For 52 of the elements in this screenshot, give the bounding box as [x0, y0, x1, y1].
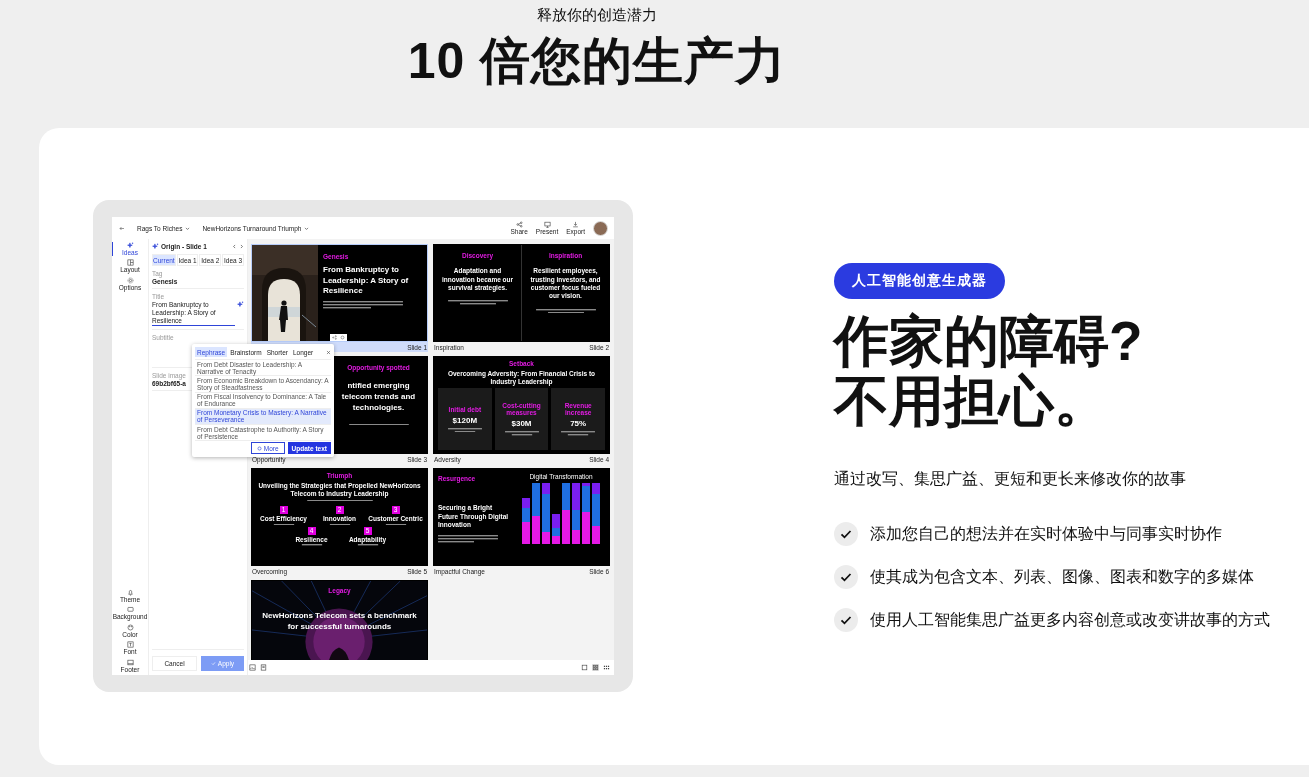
bell-icon	[126, 588, 134, 596]
check-icon	[834, 522, 858, 546]
placeholder-text-drawing	[535, 308, 596, 314]
palette-icon	[126, 623, 134, 631]
slide-title: From Bankruptcy to Leadership: A Story of Resilience	[323, 265, 410, 297]
caret-icon	[304, 225, 310, 231]
next-icon[interactable]	[239, 244, 244, 249]
notes-icon[interactable]	[260, 664, 267, 671]
sparkle-icon	[126, 242, 134, 249]
screen-icon	[126, 606, 134, 614]
placeholder-text-drawing	[561, 431, 596, 436]
caret-icon	[185, 225, 191, 231]
feature-heading: 作家的障碍?	[834, 311, 1143, 371]
layout-icon	[126, 259, 134, 267]
sparkle-icon	[152, 243, 159, 250]
placeholder-text-drawing	[438, 535, 498, 543]
single-view-icon[interactable]	[581, 664, 588, 671]
feature-point: 添加您自己的想法并在实时体验中与同事实时协作	[870, 523, 1222, 544]
feature-heading: 不用担心。	[834, 371, 1110, 431]
previous-icon[interactable]	[232, 244, 237, 249]
feature-point: 使用人工智能集思广益更多内容创意或改变讲故事的方式	[870, 609, 1270, 630]
gear-icon	[126, 276, 134, 284]
check-icon	[834, 608, 858, 632]
footer-icon	[126, 658, 134, 666]
close-icon[interactable]	[326, 349, 331, 355]
feature-intro: 通过改写、集思广益、更短和更长来修改你的故事	[834, 469, 1186, 489]
slide-title: ntified emerging telecom trends and technologies.	[340, 381, 417, 414]
image-icon[interactable]	[249, 664, 256, 671]
avatar[interactable]	[593, 220, 608, 236]
settings-icon[interactable]	[340, 335, 345, 340]
export-icon	[572, 220, 580, 228]
share-icon[interactable]	[332, 335, 337, 340]
placeholder-text-drawing	[447, 300, 508, 305]
eyebrow-text: 释放你的创造潜力	[536, 5, 658, 25]
share-icon	[515, 220, 523, 228]
font-icon	[126, 641, 134, 649]
stat-value: $120M	[452, 415, 478, 425]
feature-badge: 人工智能创意生成器	[834, 263, 1005, 299]
stat-value: 75%	[570, 419, 587, 429]
slide-title: NewHorizons Telecom sets a benchmark for successful turnarounds	[261, 610, 418, 633]
check-icon	[210, 661, 216, 666]
dense-grid-icon[interactable]	[603, 664, 610, 671]
placeholder-text-drawing	[447, 427, 482, 433]
check-icon	[834, 565, 858, 589]
grid-view-icon[interactable]	[592, 664, 599, 671]
back-arrow-icon[interactable]	[119, 224, 125, 232]
feature-point: 使其成为包含文本、列表、图像、图表和数字的多媒体	[870, 566, 1254, 587]
placeholder-text-drawing	[504, 431, 539, 436]
stat-value: $30M	[511, 419, 532, 429]
present-icon	[543, 220, 551, 228]
sparkle-icon	[237, 301, 244, 308]
hero-heading: 10 倍您的生产力	[406, 32, 788, 91]
